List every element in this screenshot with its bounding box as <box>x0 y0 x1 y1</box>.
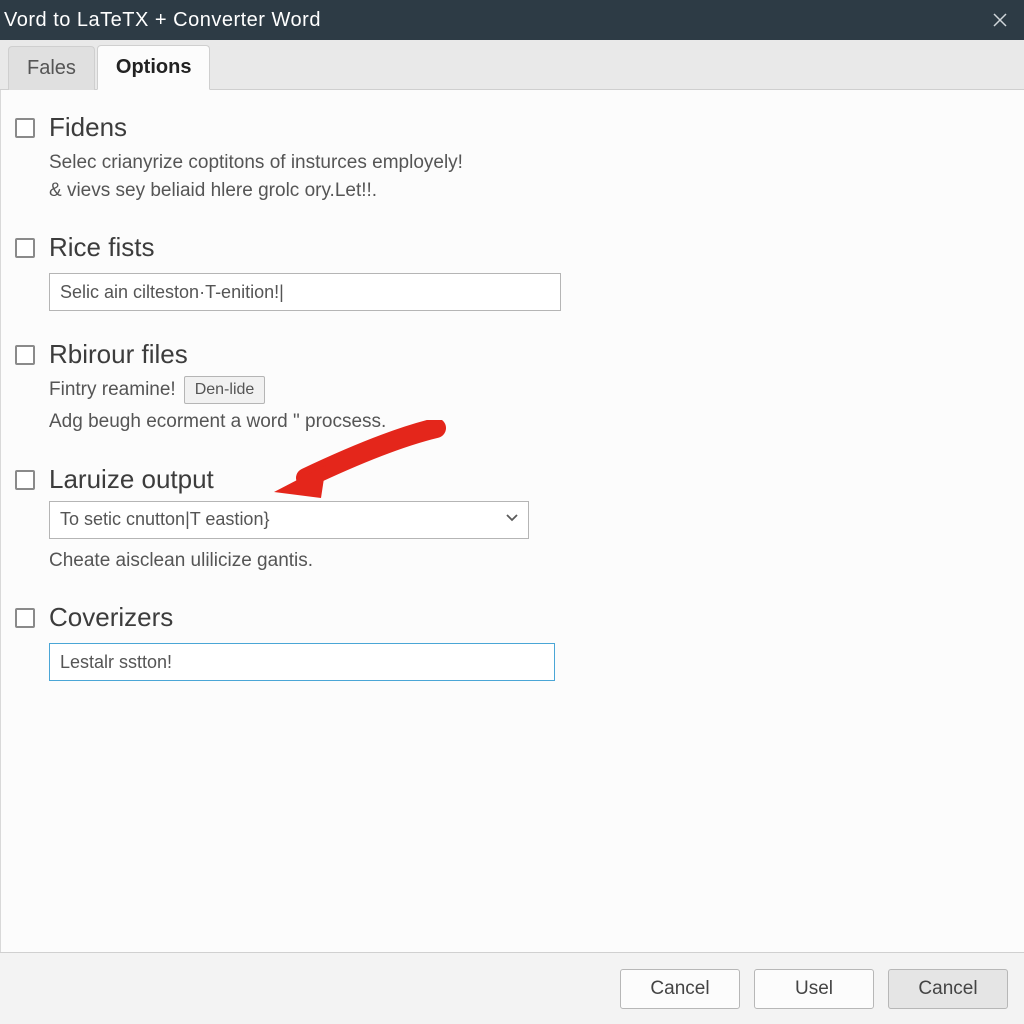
close-icon[interactable] <box>986 6 1014 34</box>
rbirour-title: Rbirour files <box>49 339 1004 370</box>
window-title: Vord to LaTeTX + Converter Word <box>0 9 986 32</box>
section-fidens: Fidens Selec crianyrize coptitons of ins… <box>15 112 1004 204</box>
section-rice-fists: Rice fists <box>15 232 1004 311</box>
coverizers-checkbox[interactable] <box>15 608 35 628</box>
rice-fists-checkbox[interactable] <box>15 238 35 258</box>
options-panel: Fidens Selec crianyrize coptitons of ins… <box>0 90 1024 952</box>
fidens-desc: Selec crianyrize coptitons of insturces … <box>49 149 1004 204</box>
tab-bar: Fales Options <box>0 40 1024 90</box>
fidens-checkbox[interactable] <box>15 118 35 138</box>
fidens-title: Fidens <box>49 112 1004 143</box>
section-coverizers: Coverizers <box>15 602 1004 681</box>
rbirour-desc: Adg beugh ecorment a word " procsess. <box>49 408 1004 436</box>
tab-files[interactable]: Fales <box>8 46 95 90</box>
section-rbirour: Rbirour files Fintry reamine! Den-lide A… <box>15 339 1004 436</box>
dialog-window: Vord to LaTeTX + Converter Word Fales Op… <box>0 0 1024 1024</box>
laruize-select-value: To setic cnutton|T eastion} <box>60 509 269 530</box>
cancel-button-1[interactable]: Cancel <box>620 969 740 1009</box>
rbirour-inline-label: Fintry reamine! <box>49 379 176 401</box>
coverizers-input[interactable] <box>49 643 555 681</box>
rice-fists-title: Rice fists <box>49 232 1004 263</box>
rbirour-checkbox[interactable] <box>15 345 35 365</box>
titlebar: Vord to LaTeTX + Converter Word <box>0 0 1024 40</box>
laruize-desc: Cheate aisclean ulilicize gantis. <box>49 547 1004 575</box>
use-button[interactable]: Usel <box>754 969 874 1009</box>
den-lide-button[interactable]: Den-lide <box>184 376 266 404</box>
tab-options[interactable]: Options <box>97 45 211 90</box>
laruize-checkbox[interactable] <box>15 470 35 490</box>
laruize-title: Laruize output <box>49 464 1004 495</box>
cancel-button-2[interactable]: Cancel <box>888 969 1008 1009</box>
rice-fists-input[interactable] <box>49 273 561 311</box>
coverizers-title: Coverizers <box>49 602 1004 633</box>
section-laruize: Laruize output To setic cnutton|T eastio… <box>15 464 1004 575</box>
laruize-select[interactable]: To setic cnutton|T eastion} <box>49 501 529 539</box>
dialog-footer: Cancel Usel Cancel <box>0 952 1024 1024</box>
